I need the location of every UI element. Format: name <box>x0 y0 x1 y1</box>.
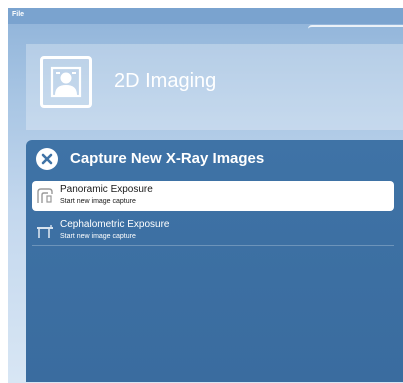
app-window: File 2D Imaging Capture New X-Ray Images <box>8 8 403 383</box>
top-accent-line <box>308 25 403 35</box>
menu-bar: File <box>8 8 403 24</box>
module-title: 2D Imaging <box>114 70 217 92</box>
item-subtitle: Start new image capture <box>60 233 136 240</box>
close-icon[interactable] <box>36 148 58 170</box>
item-title: Cephalometric Exposure <box>60 219 170 230</box>
capture-panel: Capture New X-Ray Images Panoramic Expos… <box>26 140 403 382</box>
panoramic-exposure-item[interactable]: Panoramic Exposure Start new image captu… <box>32 181 394 211</box>
item-subtitle: Start new image capture <box>60 198 136 205</box>
menu-file[interactable]: File <box>12 11 24 18</box>
panel-title: Capture New X-Ray Images <box>70 150 265 167</box>
patient-portrait-icon <box>40 56 92 108</box>
cephalometric-unit-icon <box>36 222 54 240</box>
module-header: 2D Imaging <box>26 44 403 130</box>
item-title: Panoramic Exposure <box>60 184 153 195</box>
panoramic-unit-icon <box>36 187 54 205</box>
cephalometric-exposure-item[interactable]: Cephalometric Exposure Start new image c… <box>32 216 394 246</box>
